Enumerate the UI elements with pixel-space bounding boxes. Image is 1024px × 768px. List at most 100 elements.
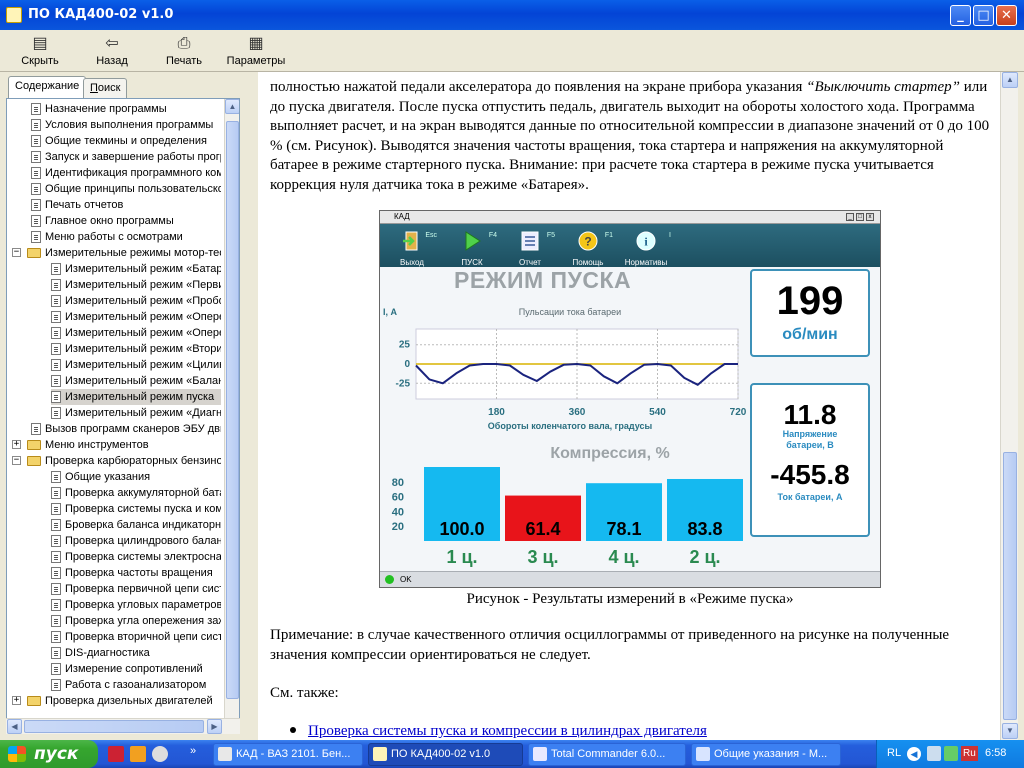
content-scroll-down-icon[interactable]: ▼ — [1002, 723, 1018, 739]
tree-item-label: Измерительный режим «Опережение 2» — [65, 327, 221, 339]
tree-item[interactable]: Назначение программы — [31, 101, 221, 117]
tree-item-label: Проверка системы пуска и компрессии — [65, 503, 221, 515]
tree-item[interactable]: Проверка вторичной цепи системы зажигани… — [51, 629, 221, 645]
tree-item[interactable]: Измерительный режим «Первичная цепь» — [51, 277, 221, 293]
current-value: -455.8 — [770, 458, 850, 490]
tree-item[interactable]: Печать отчетов — [31, 197, 221, 213]
tab-contents[interactable]: Содержание — [8, 76, 87, 98]
content-scroll-up-icon[interactable]: ▲ — [1002, 72, 1018, 88]
tree-item[interactable]: Общие указания — [51, 469, 221, 485]
tree-item[interactable]: Измерительный режим «Цилиндры» — [51, 357, 221, 373]
system-tray: RL ◀ Ru 6:58 — [876, 740, 1024, 768]
close-button[interactable]: ✕ — [996, 5, 1017, 26]
tree-item[interactable]: Измерительный режим «Диагностика» — [51, 405, 221, 421]
tree-item[interactable]: Запуск и завершение работы программы — [31, 149, 221, 165]
tray-ru-language-icon[interactable]: Ru — [961, 746, 978, 761]
tree-folder[interactable]: Проверка дизельных двигателей — [27, 693, 221, 709]
tree-item-label: Измерительный режим «Цилиндры» — [65, 359, 221, 371]
tree-item[interactable]: Проверка аккумуляторной батареи — [51, 485, 221, 501]
tray-expand-icon[interactable]: ◀ — [907, 747, 921, 761]
tree-hscroll-thumb[interactable] — [24, 720, 204, 733]
tree-item[interactable]: Проверка первичной цепи системы зажигани… — [51, 581, 221, 597]
tree-item[interactable]: Общие принципы пользовательского интерфе… — [31, 181, 221, 197]
tree-item[interactable]: Идентификация программного комплекса — [31, 165, 221, 181]
tree-item[interactable]: Измерительный режим «Пробой» — [51, 293, 221, 309]
tree-item[interactable]: Проверка частоты вращения — [51, 565, 221, 581]
tree-item[interactable]: DIS-диагностика — [51, 645, 221, 661]
contents-tree[interactable]: ▲ ▼ Назначение программы Условия выполнен… — [6, 98, 240, 734]
see-also-list: Проверка системы пуска и компрессии в ци… — [290, 722, 1000, 740]
tree-hscrollbar[interactable]: ◀ ▶ — [6, 718, 240, 734]
expand-icon[interactable]: + — [12, 696, 21, 705]
tree-item-label: Проверка первичной цепи системы зажигани… — [65, 583, 221, 595]
current-label: Ток батареи, А — [777, 492, 843, 502]
parameters-icon: ▦ — [248, 35, 264, 52]
task-word-document[interactable]: Общие указания - М... — [691, 743, 841, 766]
figure-statusbar: OK — [380, 571, 880, 587]
tree-item[interactable]: Проверка угла опережения зажигания — [51, 613, 221, 629]
tray-app-icon[interactable] — [944, 746, 958, 761]
tree-item[interactable]: Проверка системы электроснабжения — [51, 549, 221, 565]
task-kad-vaz[interactable]: КАД - ВАЗ 2101. Бен... — [213, 743, 363, 766]
scroll-up-icon[interactable]: ▲ — [225, 99, 239, 114]
tree-folder[interactable]: Проверка карбюраторных бензиновых двигат… — [27, 453, 221, 469]
tree-item[interactable]: Вызов программ сканеров ЭБУ двигателя — [31, 421, 221, 437]
language-indicator[interactable]: RL — [887, 747, 901, 759]
tree-scrollbar[interactable]: ▲ ▼ — [224, 99, 239, 733]
page-icon — [31, 215, 41, 227]
pulse-title: Пульсации тока батареи — [519, 307, 621, 317]
tree-folder[interactable]: Меню инструментов — [27, 437, 221, 453]
collapse-icon[interactable]: − — [12, 248, 21, 257]
compression-title: Компрессия, % — [550, 445, 669, 462]
tree-item-label: Печать отчетов — [45, 199, 124, 211]
tree-item-label: Запуск и завершение работы программы — [45, 151, 221, 163]
tree-item[interactable]: Измерительный режим пуска — [51, 389, 221, 405]
tree-item[interactable]: Проверка угловых параметров — [51, 597, 221, 613]
tree-item[interactable]: Измерительный режим «Баланс» — [51, 373, 221, 389]
tree-item[interactable]: Измерение сопротивлений — [51, 661, 221, 677]
collapse-icon[interactable]: − — [12, 456, 21, 465]
quicklaunch-more-icon[interactable]: » — [190, 745, 196, 757]
task-po-kad[interactable]: ПО КАД400-02 v1.0 — [368, 743, 523, 766]
link-start-compression-check[interactable]: Проверка системы пуска и компрессии в ци… — [308, 723, 707, 739]
page-icon — [31, 167, 41, 179]
tab-search[interactable]: Поиск — [83, 78, 128, 98]
tree-item[interactable]: Общие текмины и определения — [31, 133, 221, 149]
tree-item[interactable]: Меню работы с осмотрами — [31, 229, 221, 245]
tree-item[interactable]: Условия выполнения программы — [31, 117, 221, 133]
tree-item[interactable]: Измерительный режим «Батарея» — [51, 261, 221, 277]
back-button[interactable]: ⇦ Назад — [84, 32, 140, 70]
expand-icon[interactable]: + — [12, 440, 21, 449]
tray-network-icon[interactable] — [927, 746, 941, 761]
tree-item[interactable]: Главное окно программы — [31, 213, 221, 229]
quicklaunch-save-icon[interactable] — [108, 746, 124, 762]
parameters-button[interactable]: ▦ Параметры — [222, 32, 290, 70]
tree-item[interactable]: Проверка цилиндрового баланса — [51, 533, 221, 549]
folder-icon — [27, 456, 41, 466]
maximize-button[interactable]: □ — [973, 5, 994, 26]
tree-scroll-thumb[interactable] — [226, 121, 239, 699]
tree-item[interactable]: Измерительный режим «Вторичная цепь» — [51, 341, 221, 357]
tree-folder[interactable]: Измерительные режимы мотор-тестера — [27, 245, 221, 261]
tree-item[interactable]: Измерительный режим «Опережение 2» — [51, 325, 221, 341]
content-scroll-thumb[interactable] — [1003, 452, 1017, 720]
minimize-button[interactable]: _ — [950, 5, 971, 26]
print-button[interactable]: ⎙ Печать — [156, 32, 212, 70]
window-titlebar[interactable]: ПО КАД400-02 v1.0 _ □ ✕ — [0, 0, 1024, 30]
tree-item[interactable]: Работа с газоанализатором — [51, 677, 221, 693]
quicklaunch-media-icon[interactable] — [152, 746, 168, 762]
scroll-left-icon[interactable]: ◀ — [7, 719, 22, 734]
tree-item-label: Проверка цилиндрового баланса — [65, 535, 221, 547]
content-scrollbar[interactable]: ▲ ▼ — [1000, 72, 1018, 740]
tree-item[interactable]: Измерительный режим «Опережение» — [51, 309, 221, 325]
tree-item[interactable]: Проверка системы пуска и компрессии — [51, 501, 221, 517]
start-button[interactable]: пуск — [0, 740, 98, 768]
rpm-unit: об/мин — [782, 326, 838, 343]
tree-item[interactable]: Броверка баланса индикаторной мощности — [51, 517, 221, 533]
scroll-right-icon[interactable]: ▶ — [207, 719, 222, 734]
quicklaunch-winamp-icon[interactable] — [130, 746, 146, 762]
hide-button[interactable]: ▤ Скрыть — [10, 32, 70, 70]
task-total-commander[interactable]: Total Commander 6.0... — [528, 743, 686, 766]
compression-ytick-label: 20 — [392, 521, 404, 533]
tree-item-label: Общие указания — [65, 471, 151, 483]
